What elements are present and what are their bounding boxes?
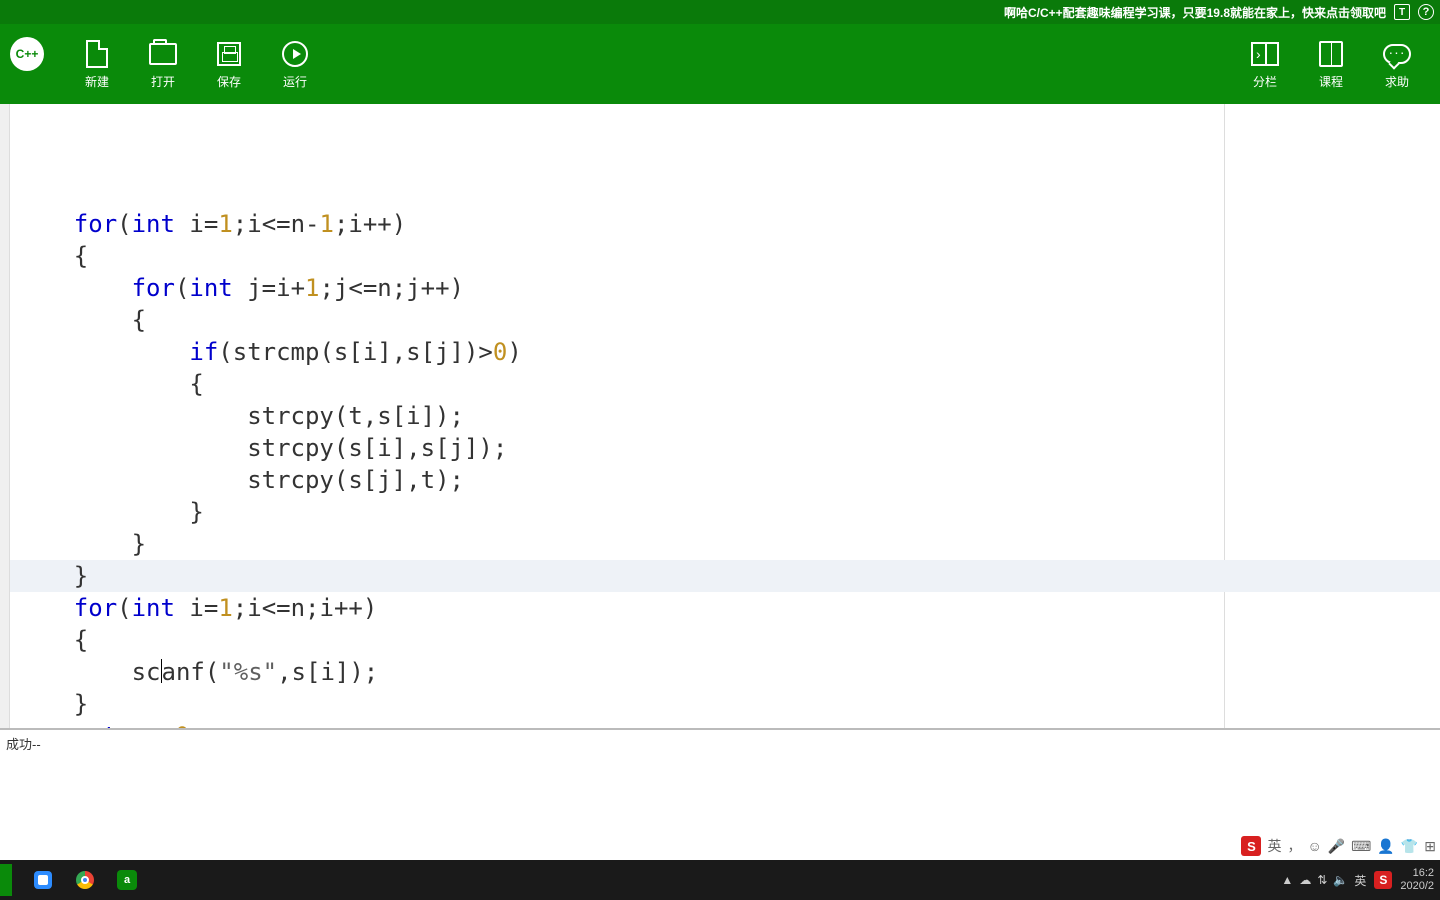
tshirt-icon[interactable]: T bbox=[1394, 4, 1410, 20]
help-icon[interactable]: ? bbox=[1418, 4, 1434, 20]
open-label: 打开 bbox=[151, 73, 175, 90]
tray-item[interactable]: ☁ bbox=[1299, 873, 1311, 887]
taskbar-app[interactable]: a bbox=[106, 860, 148, 900]
open-folder-icon bbox=[148, 39, 178, 69]
tray-item[interactable]: ▲ bbox=[1281, 873, 1293, 887]
system-tray[interactable]: ▲ ☁ ⇅ 🔈 英 S 16:2 2020/2 bbox=[1281, 860, 1440, 900]
start-button[interactable] bbox=[0, 864, 12, 896]
ime-grid-icon[interactable]: ⊞ bbox=[1424, 838, 1436, 855]
book-icon bbox=[1316, 39, 1346, 69]
new-file-icon bbox=[82, 39, 112, 69]
toolbar-right-group: 分栏 课程 求助 bbox=[1232, 35, 1430, 94]
taskbar-zoom[interactable] bbox=[22, 860, 64, 900]
split-pane-icon bbox=[1250, 39, 1280, 69]
save-button[interactable]: 保存 bbox=[196, 35, 262, 94]
code-editor[interactable]: for(int i=1;i<=n-1;i++) { for(int j=i+1;… bbox=[0, 104, 1440, 728]
help-button[interactable]: 求助 bbox=[1364, 35, 1430, 94]
run-play-icon bbox=[280, 39, 310, 69]
windows-taskbar[interactable]: a ▲ ☁ ⇅ 🔈 英 S 16:2 2020/2 bbox=[0, 860, 1440, 900]
editor-gutter bbox=[0, 104, 10, 728]
save-disk-icon bbox=[214, 39, 244, 69]
ime-voice-icon[interactable]: 🎤 bbox=[1328, 838, 1345, 855]
ime-shirt-icon[interactable]: 👕 bbox=[1401, 838, 1418, 855]
tray-time: 16:2 bbox=[1400, 867, 1434, 880]
tray-clock[interactable]: 16:2 2020/2 bbox=[1400, 867, 1434, 893]
open-button[interactable]: 打开 bbox=[130, 35, 196, 94]
code-area[interactable]: for(int i=1;i<=n-1;i++) { for(int j=i+1;… bbox=[10, 104, 1440, 728]
sogou-icon[interactable]: S bbox=[1241, 836, 1261, 856]
app-logo: C++ bbox=[10, 37, 44, 71]
app-icon: a bbox=[117, 870, 137, 890]
chat-help-icon bbox=[1382, 39, 1412, 69]
toolbar-left-group: 新建 打开 保存 运行 bbox=[64, 35, 328, 94]
run-label: 运行 bbox=[283, 73, 307, 90]
course-button[interactable]: 课程 bbox=[1298, 35, 1364, 94]
help-label: 求助 bbox=[1385, 73, 1409, 90]
output-text: 成功-- bbox=[6, 737, 41, 752]
promo-text[interactable]: 啊哈C/C++配套趣味编程学习课，只要19.8就能在家上，快来点击领取吧 bbox=[1004, 4, 1386, 21]
ime-toolbar[interactable]: S 英 ， ☺ 🎤 ⌨ 👤 👕 ⊞ bbox=[1241, 834, 1436, 858]
new-button[interactable]: 新建 bbox=[64, 35, 130, 94]
split-button[interactable]: 分栏 bbox=[1232, 35, 1298, 94]
ime-person-icon[interactable]: 👤 bbox=[1377, 838, 1394, 855]
tray-item[interactable]: ⇅ bbox=[1317, 873, 1327, 887]
tray-item[interactable]: 英 bbox=[1354, 872, 1366, 889]
tray-sogou-icon[interactable]: S bbox=[1374, 871, 1392, 889]
main-toolbar: C++ 新建 打开 保存 运行 分栏 课程 求助 bbox=[0, 24, 1440, 104]
promo-banner: 啊哈C/C++配套趣味编程学习课，只要19.8就能在家上，快来点击领取吧 T ? bbox=[0, 0, 1440, 24]
output-panel: 成功-- bbox=[0, 728, 1440, 860]
run-button[interactable]: 运行 bbox=[262, 35, 328, 94]
ime-lang[interactable]: 英 bbox=[1267, 836, 1281, 856]
split-label: 分栏 bbox=[1253, 73, 1277, 90]
zoom-icon bbox=[34, 871, 52, 889]
tray-item[interactable]: 🔈 bbox=[1333, 873, 1348, 887]
chrome-icon bbox=[76, 871, 94, 889]
ime-comma[interactable]: ， bbox=[1287, 836, 1301, 856]
ime-smile-icon[interactable]: ☺ bbox=[1307, 838, 1321, 854]
tray-date: 2020/2 bbox=[1400, 880, 1434, 893]
ime-keyboard-icon[interactable]: ⌨ bbox=[1351, 838, 1371, 855]
new-label: 新建 bbox=[85, 73, 109, 90]
course-label: 课程 bbox=[1319, 73, 1343, 90]
save-label: 保存 bbox=[217, 73, 241, 90]
taskbar-chrome[interactable] bbox=[64, 860, 106, 900]
